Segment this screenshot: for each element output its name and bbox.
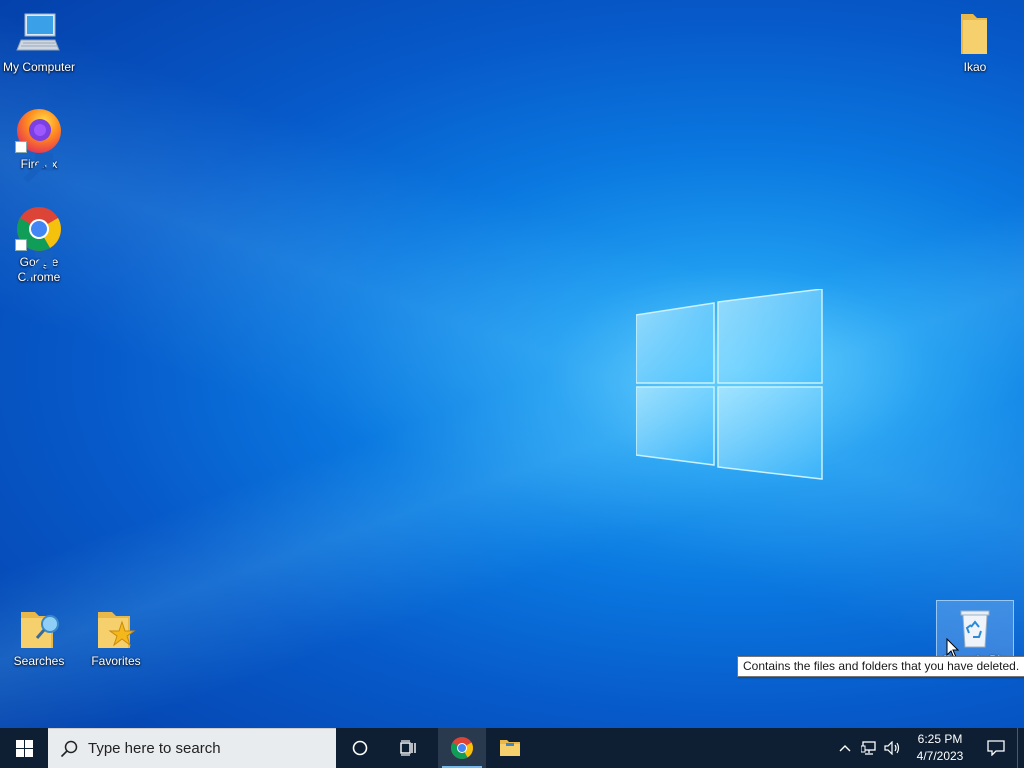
desktop-icon-label: Ikao	[963, 60, 987, 74]
taskbar-file-explorer-button[interactable]	[486, 728, 534, 768]
recycle-bin-tooltip: Contains the files and folders that you …	[737, 656, 1024, 677]
speaker-icon	[884, 741, 900, 755]
file-explorer-icon	[500, 740, 520, 756]
clock-date: 4/7/2023	[916, 749, 964, 763]
volume-button[interactable]	[881, 728, 905, 768]
task-view-button[interactable]	[384, 728, 432, 768]
system-tray: 6:25 PM 4/7/2023	[833, 728, 1024, 768]
task-view-icon	[400, 740, 416, 756]
desktop-icon-ikao[interactable]: Ikao	[937, 10, 1013, 75]
desktop-icon-label: Favorites	[91, 654, 141, 668]
search-placeholder: Type here to search	[88, 740, 221, 757]
cortana-button[interactable]	[336, 728, 384, 768]
desktop-icon-searches[interactable]: Searches	[1, 604, 77, 669]
searches-folder-icon	[15, 604, 63, 652]
action-center-button[interactable]	[975, 728, 1017, 768]
favorites-folder-icon	[92, 604, 140, 652]
windows-start-icon	[15, 739, 33, 757]
firefox-icon	[15, 107, 63, 183]
desktop-icon-favorites[interactable]: Favorites	[78, 604, 154, 669]
chevron-up-icon	[839, 745, 851, 752]
desktop-icon-label: Searches	[13, 654, 65, 668]
cortana-circle-icon	[352, 740, 368, 756]
chrome-icon	[15, 205, 63, 281]
taskbar-search-box[interactable]: Type here to search	[48, 728, 336, 768]
desktop-icon-google-chrome[interactable]: Google Chrome	[1, 205, 77, 285]
shortcut-arrow-icon	[15, 141, 53, 183]
taskbar: Type here to search 6:25 PM 4/7/2023	[0, 728, 1024, 768]
show-hidden-icons-button[interactable]	[833, 728, 857, 768]
folder-icon	[951, 10, 999, 58]
computer-icon	[15, 10, 63, 58]
shortcut-arrow-icon	[15, 239, 53, 281]
clock-time: 6:25 PM	[917, 732, 963, 746]
start-button[interactable]	[0, 728, 48, 768]
search-icon	[60, 740, 78, 757]
taskbar-chrome-button[interactable]	[438, 728, 486, 768]
network-button[interactable]	[857, 728, 881, 768]
windows-logo-wallpaper	[636, 289, 823, 480]
desktop-icon-label: My Computer	[2, 60, 76, 74]
desktop-icon-my-computer[interactable]: My Computer	[1, 10, 77, 75]
desktop-icon-firefox[interactable]: Firefox	[1, 107, 77, 183]
taskbar-clock[interactable]: 6:25 PM 4/7/2023	[905, 731, 975, 765]
show-desktop-button[interactable]	[1017, 728, 1024, 768]
chrome-icon	[451, 737, 473, 759]
network-icon	[861, 741, 876, 755]
notification-icon	[987, 740, 1005, 756]
